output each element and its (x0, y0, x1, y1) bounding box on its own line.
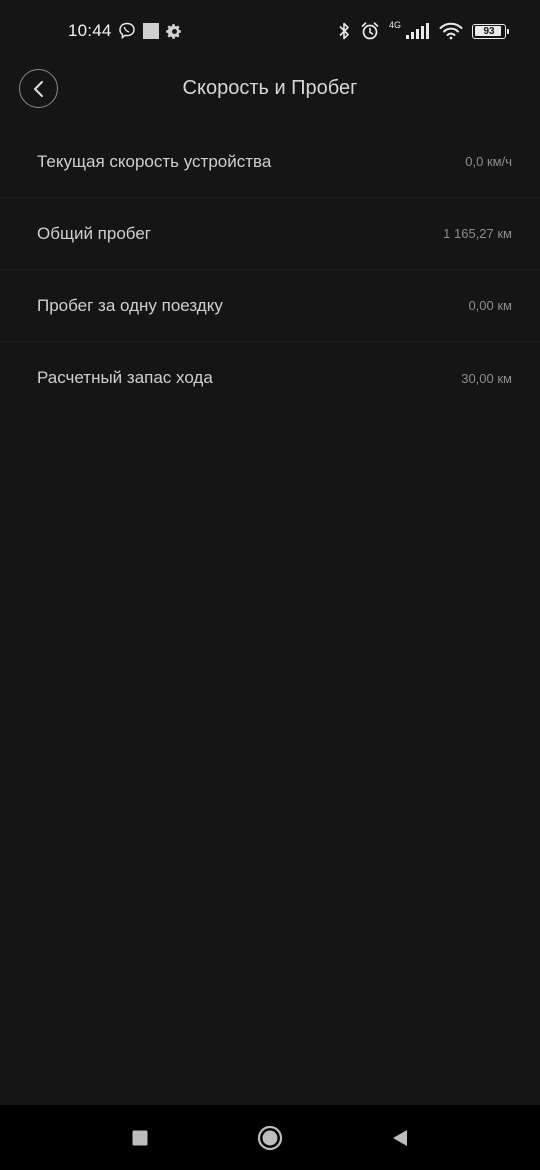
list-item-current-speed[interactable]: Текущая скорость устройства 0,0 км/ч (0, 126, 540, 198)
signal-icon (404, 22, 430, 40)
viber-icon (118, 22, 136, 40)
list-item-estimated-range[interactable]: Расчетный запас хода 30,00 км (0, 342, 540, 414)
back-nav-button[interactable] (380, 1118, 420, 1158)
item-label: Текущая скорость устройства (37, 151, 272, 171)
network-type-label: 4G (388, 20, 401, 30)
home-circle-icon (257, 1125, 283, 1151)
stats-list: Текущая скорость устройства 0,0 км/ч Общ… (0, 126, 540, 414)
bluetooth-icon (337, 21, 351, 41)
item-value: 0,0 км/ч (465, 154, 512, 169)
notification-square-icon (142, 22, 160, 40)
recents-square-icon (131, 1129, 149, 1147)
status-time: 10:44 (68, 21, 112, 40)
alarm-icon (360, 21, 380, 41)
list-item-trip-mileage[interactable]: Пробег за одну поездку 0,00 км (0, 270, 540, 342)
list-item-total-mileage[interactable]: Общий пробег 1 165,27 км (0, 198, 540, 270)
gear-icon (165, 23, 183, 40)
item-label: Пробег за одну поездку (37, 295, 223, 315)
back-triangle-icon (391, 1128, 409, 1148)
wifi-icon (439, 22, 463, 40)
recents-button[interactable] (120, 1118, 160, 1158)
home-button[interactable] (250, 1118, 290, 1158)
header: Скорость и Пробег (0, 62, 540, 116)
status-bar: 10:44 4G 93 (0, 0, 540, 62)
navigation-bar (0, 1105, 540, 1170)
item-label: Общий пробег (37, 223, 151, 243)
page-title: Скорость и Пробег (182, 77, 358, 99)
screen: 10:44 4G 93 Скорость и Пробег Текущая ск… (0, 0, 540, 1170)
battery-level: 93 (483, 25, 495, 37)
item-value: 30,00 км (461, 370, 512, 386)
item-label: Расчетный запас хода (37, 368, 213, 387)
item-value: 0,00 км (468, 298, 512, 313)
status-left: 10:44 (68, 21, 183, 41)
status-right: 4G 93 (337, 20, 509, 41)
battery-icon: 93 (472, 23, 509, 39)
item-value: 1 165,27 км (443, 226, 512, 241)
